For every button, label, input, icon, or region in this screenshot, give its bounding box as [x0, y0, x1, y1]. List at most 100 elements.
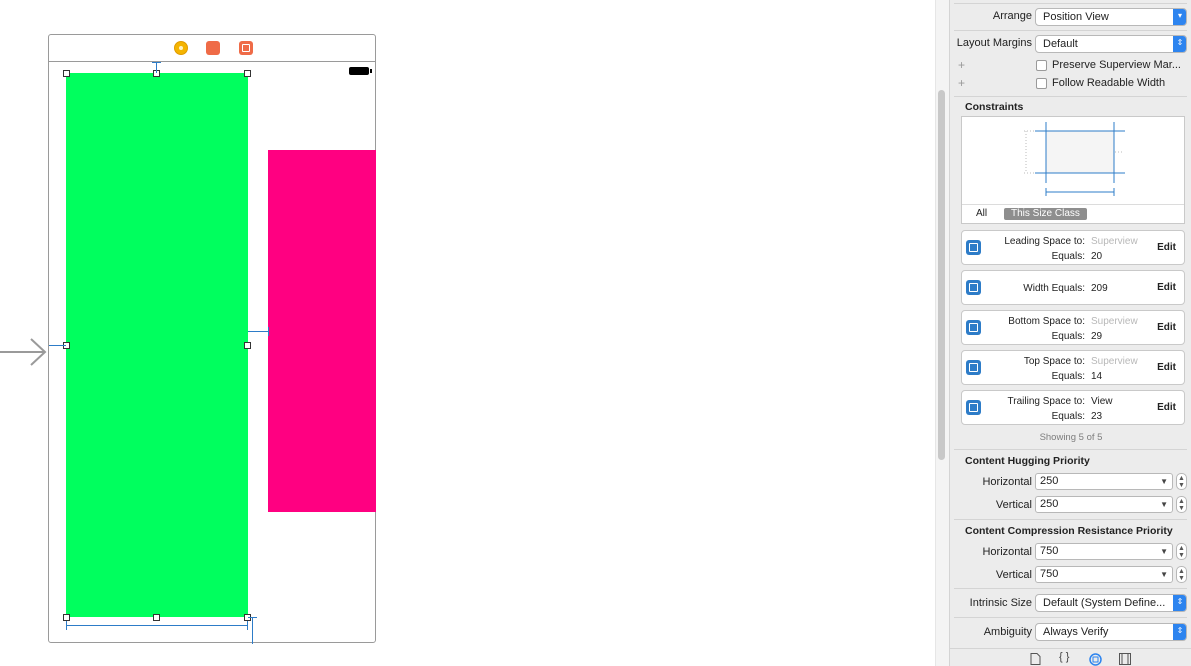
edit-button[interactable]: Edit: [1157, 402, 1176, 413]
constraint-value: 14: [1091, 371, 1103, 382]
constraints-diagram-graphic: [1024, 122, 1125, 196]
divider: [954, 519, 1187, 520]
compression-vertical-combo[interactable]: 750 ▼: [1035, 566, 1173, 583]
divider: [954, 588, 1187, 589]
initial-view-controller-arrow-icon[interactable]: [0, 336, 48, 368]
resize-handle-right[interactable]: [244, 342, 251, 349]
showing-count: Showing 5 of 5: [1039, 432, 1103, 443]
follow-readable-row: + Follow Readable Width: [950, 76, 1191, 92]
hugging-vertical-value: 250: [1040, 498, 1059, 510]
chevron-down-icon: ▼: [1160, 477, 1168, 486]
size-inspector-icon[interactable]: [1089, 653, 1102, 666]
bottom-space-constraint[interactable]: [252, 617, 253, 644]
constraint-card-trailing[interactable]: Trailing Space to: View Equals: 23 Edit: [961, 390, 1185, 425]
intrinsic-size-label: Intrinsic Size: [969, 597, 1032, 609]
segment-this-size-class[interactable]: This Size Class: [1004, 208, 1087, 220]
intrinsic-size-value: Default (System Define...: [1043, 597, 1166, 609]
view-controller-icon[interactable]: [174, 41, 188, 55]
hugging-section-title: Content Hugging Priority: [965, 455, 1090, 467]
preserve-superview-checkbox[interactable]: [1036, 60, 1047, 71]
leading-space-constraint[interactable]: [49, 345, 66, 346]
top-space-constraint-cap: [152, 62, 161, 63]
edit-button[interactable]: Edit: [1157, 242, 1176, 253]
divider: [954, 449, 1187, 450]
constraint-target: Superview: [1091, 356, 1138, 367]
canvas-scrollbar-thumb[interactable]: [938, 90, 945, 460]
ambiguity-popup[interactable]: Always Verify ⇕: [1035, 623, 1187, 641]
preserve-superview-row: + Preserve Superview Mar...: [950, 58, 1191, 74]
chevron-down-icon: ▾: [1173, 9, 1186, 25]
up-down-chevron-icon: ⇕: [1173, 595, 1186, 611]
plus-icon[interactable]: +: [958, 58, 965, 72]
constraint-target: Superview: [1091, 316, 1138, 327]
equals-label: Equals:: [1051, 371, 1085, 382]
constraint-card-bottom[interactable]: Bottom Space to: Superview Equals: 29 Ed…: [961, 310, 1185, 345]
divider: [954, 30, 1187, 31]
constraint-card-width[interactable]: Width Equals: 209 Edit: [961, 270, 1185, 305]
constraints-diagram: All This Size Class: [961, 116, 1185, 224]
divider: [954, 3, 1187, 4]
resize-handle-top-right[interactable]: [244, 70, 251, 77]
first-responder-icon[interactable]: [206, 41, 220, 55]
hugging-vertical-combo[interactable]: 250 ▼: [1035, 496, 1173, 513]
edit-button[interactable]: Edit: [1157, 322, 1176, 333]
compression-horizontal-stepper[interactable]: ▲ ▼: [1176, 543, 1187, 560]
segment-all[interactable]: All: [976, 208, 987, 219]
constraint-value: 20: [1091, 251, 1103, 262]
constraint-key: Top Space to:: [1023, 356, 1085, 367]
constraint-value: 209: [1091, 283, 1108, 294]
constraint-key: Width Equals:: [1023, 283, 1085, 294]
constraint-target: View: [1091, 396, 1113, 407]
top-constraint-icon: [966, 360, 981, 375]
width-constraint[interactable]: [66, 625, 248, 626]
resize-handle-top-left[interactable]: [63, 70, 70, 77]
exit-icon[interactable]: [239, 41, 253, 55]
hugging-vertical-stepper[interactable]: ▲ ▼: [1176, 496, 1187, 513]
intrinsic-size-popup[interactable]: Default (System Define... ⇕: [1035, 594, 1187, 612]
plus-icon[interactable]: +: [958, 76, 965, 90]
trailing-space-constraint[interactable]: [248, 331, 268, 332]
scene-dock: [49, 35, 375, 62]
compression-horizontal-combo[interactable]: 750 ▼: [1035, 543, 1173, 560]
quick-help-icon[interactable]: { }: [1059, 651, 1069, 663]
size-class-segmented-control: All This Size Class: [962, 204, 1184, 223]
green-view[interactable]: [66, 73, 248, 617]
width-constraint-cap-left: [66, 621, 67, 630]
view-controller-scene[interactable]: [48, 34, 376, 644]
compression-vertical-label: Vertical: [995, 569, 1032, 581]
layout-margins-popup[interactable]: Default ⇕: [1035, 35, 1187, 53]
arrange-popup[interactable]: Position View ▾: [1035, 8, 1187, 26]
resize-handle-bottom-left[interactable]: [63, 614, 70, 621]
identity-inspector-icon[interactable]: [1119, 653, 1131, 665]
constraints-section-title: Constraints: [965, 101, 1024, 113]
hugging-horizontal-stepper[interactable]: ▲ ▼: [1176, 473, 1187, 490]
constraint-key: Trailing Space to:: [1007, 396, 1085, 407]
layout-margins-value: Default: [1043, 38, 1078, 50]
follow-readable-checkbox[interactable]: [1036, 78, 1047, 89]
equals-label: Equals:: [1051, 251, 1085, 262]
trailing-space-constraint-cap: [268, 327, 269, 336]
divider: [954, 617, 1187, 618]
arrange-value: Position View: [1043, 11, 1109, 23]
width-constraint-cap-right: [247, 621, 248, 630]
compression-vertical-stepper[interactable]: ▲ ▼: [1176, 566, 1187, 583]
constraint-card-top[interactable]: Top Space to: Superview Equals: 14 Edit: [961, 350, 1185, 385]
bottom-space-constraint-cap: [248, 617, 257, 618]
follow-readable-label: Follow Readable Width: [1052, 77, 1166, 89]
hugging-vertical-label: Vertical: [995, 499, 1032, 511]
storyboard-canvas[interactable]: [0, 0, 935, 666]
resize-handle-bottom[interactable]: [153, 614, 160, 621]
top-space-constraint[interactable]: [156, 62, 157, 73]
edit-button[interactable]: Edit: [1157, 362, 1176, 373]
layout-margins-label: Layout Margins: [956, 37, 1032, 49]
width-constraint-icon: [966, 280, 981, 295]
constraint-card-leading[interactable]: Leading Space to: Superview Equals: 20 E…: [961, 230, 1185, 265]
pink-view[interactable]: [268, 150, 376, 512]
compression-vertical-value: 750: [1040, 568, 1059, 580]
constraint-key: Bottom Space to:: [1008, 316, 1085, 327]
hugging-horizontal-combo[interactable]: 250 ▼: [1035, 473, 1173, 490]
edit-button[interactable]: Edit: [1157, 282, 1176, 293]
up-down-chevron-icon: ⇕: [1173, 36, 1186, 52]
file-inspector-icon[interactable]: [1030, 653, 1041, 665]
library-tab-bar: { }: [950, 648, 1191, 666]
